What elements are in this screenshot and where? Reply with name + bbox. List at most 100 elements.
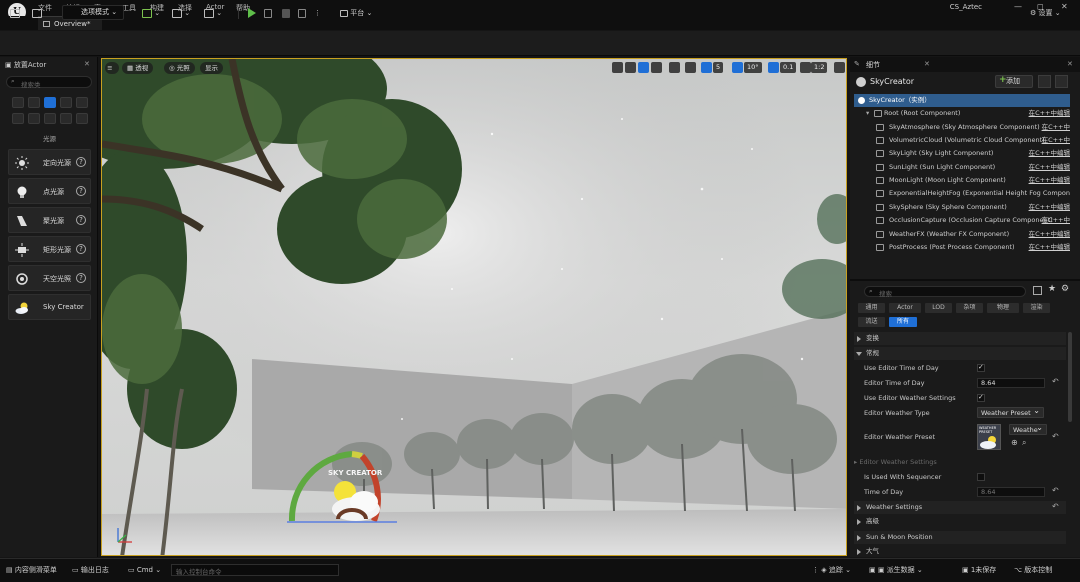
more-options-icon[interactable]	[1055, 75, 1068, 88]
level-viewport[interactable]: SKY CREATOR ≡ ▦ 透视 ◎ 光照 显示 5 10° 0.1 1:2	[101, 58, 847, 556]
favorite-star-icon[interactable]: ★	[1048, 284, 1056, 294]
shapes-icon[interactable]	[60, 113, 72, 124]
edit-in-cpp-link[interactable]: 在C++中编辑	[1029, 228, 1070, 241]
component-item[interactable]: WeatherFX (Weather FX Component) 在C++中编辑	[854, 228, 1070, 241]
component-item[interactable]: ExponentialHeightFog (Exponential Height…	[854, 187, 1070, 200]
blueprint-options-icon[interactable]	[1038, 75, 1051, 88]
actor-sky-creator[interactable]: Sky Creator	[8, 294, 91, 320]
section-weather-settings[interactable]: Weather Settings	[854, 501, 1066, 514]
weather-preset-thumbnail[interactable]: WEATHER PRESET	[977, 424, 1001, 450]
use-editor-time-of-day-checkbox[interactable]	[977, 363, 985, 372]
help-icon[interactable]: ?	[76, 244, 86, 254]
more-icon[interactable]	[76, 113, 88, 124]
section-default[interactable]: 常规	[854, 347, 1066, 360]
table-view-icon[interactable]	[1033, 286, 1042, 295]
geometry-icon[interactable]	[12, 113, 24, 124]
lit-button[interactable]: ◎ 光照	[164, 62, 195, 74]
camera-speed-value[interactable]: 1:2	[811, 62, 828, 73]
visual-effects-icon[interactable]	[76, 97, 88, 108]
component-item[interactable]: SunLight (Sun Light Component) 在C++中编辑	[854, 161, 1070, 174]
trace-button[interactable]: ⋮ ◈ 追踪 ⌄	[812, 565, 851, 576]
filter-rendering[interactable]: 渲染	[1023, 303, 1050, 313]
rotation-snap-icon[interactable]	[732, 62, 743, 73]
edit-in-cpp-link[interactable]: 在C++中编辑	[1029, 161, 1070, 174]
filter-all[interactable]: 所有	[889, 317, 917, 327]
rotate-icon[interactable]	[638, 62, 649, 73]
actor-sky-light[interactable]: 天空光照 ?	[8, 265, 91, 291]
component-item[interactable]: SkyAtmosphere (Sky Atmosphere Component)…	[854, 121, 1070, 134]
select-mode-icon[interactable]	[612, 62, 623, 73]
close-tab-icon[interactable]: ✕	[924, 60, 930, 68]
translate-icon[interactable]	[625, 62, 636, 73]
section-sun-moon-position[interactable]: Sun & Moon Position	[854, 531, 1066, 544]
console-command-input[interactable]: 输入控制台命令	[171, 564, 339, 576]
reset-icon[interactable]: ↶	[1052, 502, 1059, 511]
world-local-icon[interactable]	[669, 62, 680, 73]
volumes-icon[interactable]	[28, 113, 40, 124]
lights-category-icon[interactable]	[44, 97, 56, 108]
output-log-button[interactable]: ▭ 输出日志	[72, 565, 109, 576]
grid-snap-value[interactable]: 5	[713, 62, 724, 73]
basic-icon[interactable]	[28, 97, 40, 108]
component-item[interactable]: OcclusionCapture (Occlusion Capture Comp…	[854, 214, 1070, 227]
play-options-icon[interactable]: ⋮	[314, 6, 321, 20]
details-tab[interactable]: 细节	[866, 60, 880, 70]
viewport-menu-icon[interactable]: ≡	[105, 62, 119, 74]
editor-time-of-day-field[interactable]: 8.64	[977, 378, 1045, 388]
settings-gear-icon[interactable]: ⚙	[1061, 284, 1069, 294]
actor-point-light[interactable]: 点光源 ?	[8, 178, 91, 204]
rotation-snap-value[interactable]: 10°	[744, 62, 762, 73]
minimize-button[interactable]: —	[1014, 2, 1022, 11]
edit-in-cpp-link[interactable]: 在C++中编辑	[1029, 147, 1070, 160]
reset-icon[interactable]: ↶	[1052, 377, 1059, 386]
derived-data-button[interactable]: ▣ ▣ 派生数据 ⌄	[869, 565, 923, 576]
help-icon[interactable]: ?	[76, 273, 86, 283]
mode-select-dropdown[interactable]: 选项模式 ⌄	[62, 5, 124, 20]
eject-icon[interactable]	[298, 6, 306, 20]
component-item[interactable]: PostProcess (Post Process Component) 在C++…	[854, 241, 1070, 254]
unsaved-button[interactable]: ▣ 1未保存	[962, 565, 996, 576]
time-of-day-field[interactable]: 8.64	[977, 487, 1045, 497]
save-icon[interactable]	[10, 6, 20, 20]
use-editor-weather-checkbox[interactable]	[977, 393, 985, 402]
edit-in-cpp-link[interactable]: 在C++中编辑	[1029, 174, 1070, 187]
edit-in-cpp-link[interactable]: 在C++中编辑	[1029, 107, 1070, 120]
reset-icon[interactable]: ↶	[1052, 486, 1059, 495]
filter-lod[interactable]: LOD	[925, 303, 952, 313]
section-atmosphere[interactable]: 大气	[854, 545, 1066, 558]
splitter[interactable]	[850, 279, 1080, 281]
show-button[interactable]: 显示	[200, 62, 223, 74]
blueprint-icon[interactable]: ⌄	[172, 6, 190, 20]
grid-snap-icon[interactable]	[701, 62, 712, 73]
search-classes-input[interactable]: ⌕ 搜索类	[6, 76, 92, 89]
filter-physics[interactable]: 物理	[987, 303, 1019, 313]
all-classes-icon[interactable]	[44, 113, 56, 124]
cinematic-icon[interactable]	[60, 97, 72, 108]
maximize-viewport-icon[interactable]	[834, 62, 845, 73]
menu-tools[interactable]: 工具	[122, 3, 136, 13]
scale-icon[interactable]	[651, 62, 662, 73]
perspective-button[interactable]: ▦ 透视	[122, 62, 154, 74]
section-transform[interactable]: 变换	[854, 332, 1066, 345]
scale-snap-value[interactable]: 0.1	[780, 62, 797, 73]
content-browser-icon[interactable]	[32, 6, 42, 20]
weather-preset-dropdown[interactable]: Weathe	[1009, 423, 1047, 435]
help-icon[interactable]: ?	[76, 186, 86, 196]
edit-in-cpp-link[interactable]: 在C++中	[1042, 134, 1070, 147]
help-icon[interactable]: ?	[76, 157, 86, 167]
settings-button[interactable]: ⚙ 设置 ⌄	[1030, 6, 1061, 20]
cinematics-icon[interactable]: ⌄	[204, 6, 222, 20]
used-with-sequencer-checkbox[interactable]	[977, 473, 985, 481]
edit-in-cpp-link[interactable]: 在C++中	[1042, 121, 1070, 134]
stop-icon[interactable]	[282, 6, 290, 20]
component-root[interactable]: ▾ Root (Root Component) 在C++中编辑	[854, 107, 1070, 120]
actor-directional-light[interactable]: 定向光源 ?	[8, 149, 91, 175]
scale-snap-icon[interactable]	[768, 62, 779, 73]
actor-spot-light[interactable]: 聚光源 ?	[8, 207, 91, 233]
component-instance[interactable]: SkyCreator（实例）	[854, 94, 1070, 107]
edit-in-cpp-link[interactable]: 在C++中编辑	[1029, 201, 1070, 214]
editor-weather-type-dropdown[interactable]: Weather Preset	[977, 406, 1044, 418]
component-item[interactable]: SkyLight (Sky Light Component) 在C++中编辑	[854, 147, 1070, 160]
details-search-input[interactable]: ⌕ 搜索	[864, 286, 1026, 298]
close-panel-icon[interactable]: ✕	[84, 60, 90, 68]
